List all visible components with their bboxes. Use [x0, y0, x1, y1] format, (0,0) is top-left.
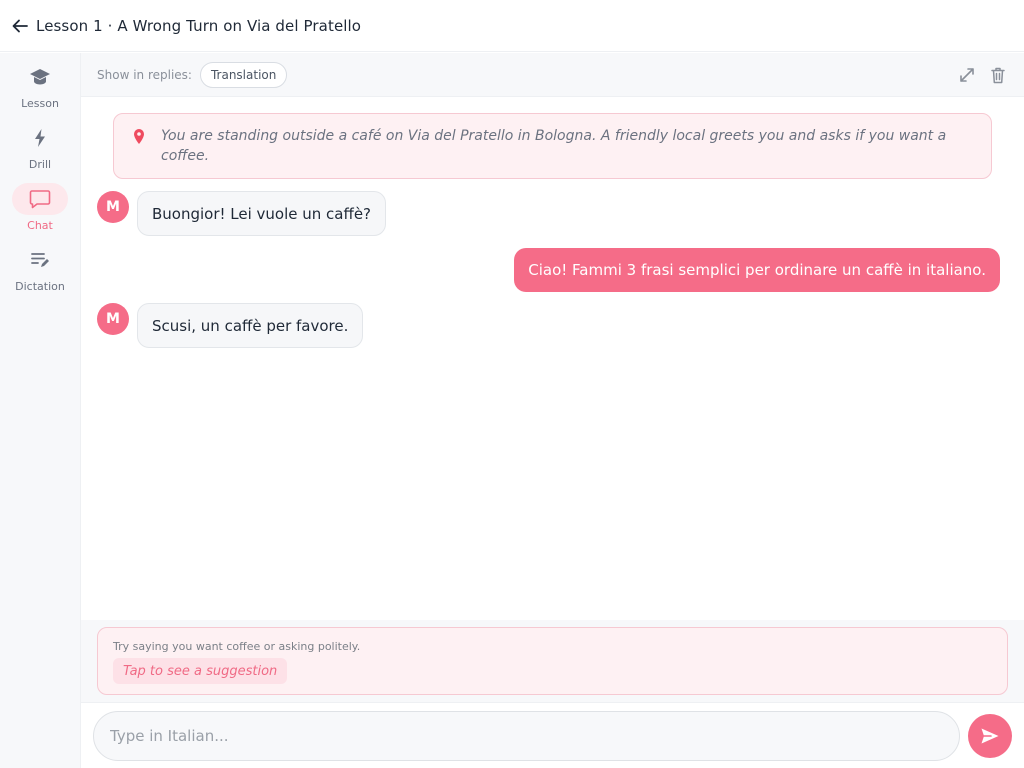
reply-options-toolbar: Show in replies: Translation — [81, 53, 1024, 97]
top-bar: Lesson 1 · A Wrong Turn on Via del Prate… — [0, 0, 1024, 52]
hint-area: Try saying you want coffee or asking pol… — [81, 620, 1024, 702]
chat-bubble-icon — [29, 190, 51, 209]
avatar: M — [97, 303, 129, 335]
lesson-title: Lesson 1 · A Wrong Turn on Via del Prate… — [36, 16, 362, 35]
delete-button[interactable] — [988, 65, 1008, 85]
hint-text: Try saying you want coffee or asking pol… — [113, 640, 361, 653]
message-input[interactable] — [93, 711, 960, 761]
scenario-banner: You are standing outside a café on Via d… — [113, 113, 992, 179]
sidebar-item-label: Dictation — [15, 280, 65, 293]
show-in-replies-label: Show in replies: — [97, 67, 192, 82]
arrow-left-icon — [12, 19, 28, 32]
assistant-message: Scusi, un caffè per favore. — [137, 303, 364, 348]
sidebar-item-label: Lesson — [21, 97, 59, 110]
send-button[interactable] — [968, 714, 1012, 758]
send-icon — [981, 728, 999, 744]
sidebar-item-drill[interactable]: Drill — [0, 122, 80, 178]
map-pin-icon — [134, 129, 144, 144]
sidebar-item-label: Drill — [28, 158, 52, 171]
chat-panel: Show in replies: Translation You are sta… — [81, 53, 1024, 768]
assistant-message: Buongior! Lei vuole un caffè? — [137, 191, 387, 236]
trash-icon — [991, 67, 1005, 83]
user-message: Ciao! Fammi 3 frasi semplici per ordinar… — [514, 248, 1000, 292]
avatar: M — [97, 191, 129, 223]
sidebar: Lesson Drill Chat Dictation — [0, 53, 81, 768]
back-button[interactable] — [2, 8, 38, 44]
composer — [81, 702, 1024, 768]
sidebar-item-chat[interactable]: Chat — [0, 183, 80, 239]
sidebar-item-lesson[interactable]: Lesson — [0, 61, 80, 117]
sidebar-item-dictation[interactable]: Dictation — [0, 244, 80, 300]
pencil-lines-icon — [31, 253, 49, 267]
expand-button[interactable] — [957, 65, 977, 85]
scenario-text: You are standing outside a café on Via d… — [161, 128, 947, 164]
graduation-cap-icon — [30, 69, 50, 85]
sidebar-item-label: Chat — [27, 219, 53, 232]
show-suggestion-button[interactable]: Tap to see a suggestion — [113, 658, 288, 684]
hint-box: Try saying you want coffee or asking pol… — [97, 627, 1008, 695]
expand-icon — [960, 68, 974, 82]
lightning-icon — [35, 129, 45, 147]
translation-chip[interactable]: Translation — [199, 61, 288, 88]
